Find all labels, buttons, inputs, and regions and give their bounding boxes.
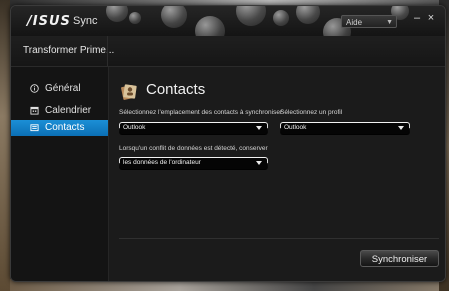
decorative-bubble	[129, 12, 141, 24]
calendar-icon	[30, 106, 39, 115]
device-name[interactable]: Transformer Prime...	[23, 45, 114, 56]
sidebar-item-label: Calendrier	[45, 105, 92, 116]
sidebar-item-label: Général	[45, 83, 81, 94]
contacts-icon	[30, 124, 39, 132]
conflict-label: Lorsqu'un conflit de données est détecté…	[119, 145, 268, 152]
help-dropdown[interactable]: Aide ▼	[341, 15, 397, 28]
synchronize-button[interactable]: Synchroniser	[360, 250, 439, 267]
decorative-bubble	[195, 16, 225, 36]
profile-select[interactable]: Outlook	[280, 122, 410, 135]
minimize-button[interactable]: –	[411, 12, 423, 24]
sidebar-item-label: Contacts	[45, 122, 85, 133]
decorative-bubble	[236, 6, 266, 26]
asus-logo: /ISUS	[27, 14, 71, 29]
app-name: Sync	[73, 15, 98, 27]
close-button[interactable]: ×	[425, 12, 437, 24]
chevron-down-icon	[256, 126, 262, 130]
decorative-bubble	[106, 6, 128, 22]
sidebar-item-calendar[interactable]: Calendrier	[11, 103, 108, 119]
decorative-bubble	[161, 6, 187, 28]
contacts-card-icon	[121, 84, 137, 100]
profile-label: Sélectionnez un profil	[280, 109, 343, 116]
asus-sync-window: /ISUS Sync Aide ▼ – × Transformer Prime.…	[10, 5, 446, 282]
device-divider	[107, 36, 108, 66]
title-bar[interactable]: /ISUS Sync Aide ▼ – ×	[11, 6, 445, 36]
chevron-down-icon	[398, 126, 404, 130]
page-title: Contacts	[146, 81, 206, 98]
device-bar: Transformer Prime...	[11, 36, 445, 67]
chevron-down-icon	[256, 161, 262, 165]
dropdown-value: Outlook	[284, 124, 307, 131]
dropdown-value: Outlook	[123, 124, 146, 131]
info-icon	[30, 84, 39, 93]
sync-location-select[interactable]: Outlook	[119, 122, 268, 135]
dropdown-value: les données de l'ordinateur	[123, 159, 201, 166]
sidebar-item-contacts[interactable]: Contacts	[11, 120, 114, 136]
desktop-edge-left	[0, 0, 10, 291]
sync-location-label: Sélectionnez l'emplacement des contacts …	[119, 109, 283, 116]
decorative-bubble	[296, 6, 320, 24]
chevron-down-icon: ▼	[386, 19, 393, 26]
sidebar-item-general[interactable]: Général	[11, 81, 108, 97]
decorative-bubble	[273, 10, 289, 26]
footer-divider	[119, 238, 439, 239]
sidebar: Général Calendrier Contacts	[11, 67, 114, 281]
help-label: Aide	[346, 18, 363, 27]
contacts-panel: Contacts Sélectionnez l'emplacement des …	[108, 67, 445, 281]
conflict-select[interactable]: les données de l'ordinateur	[119, 157, 268, 170]
